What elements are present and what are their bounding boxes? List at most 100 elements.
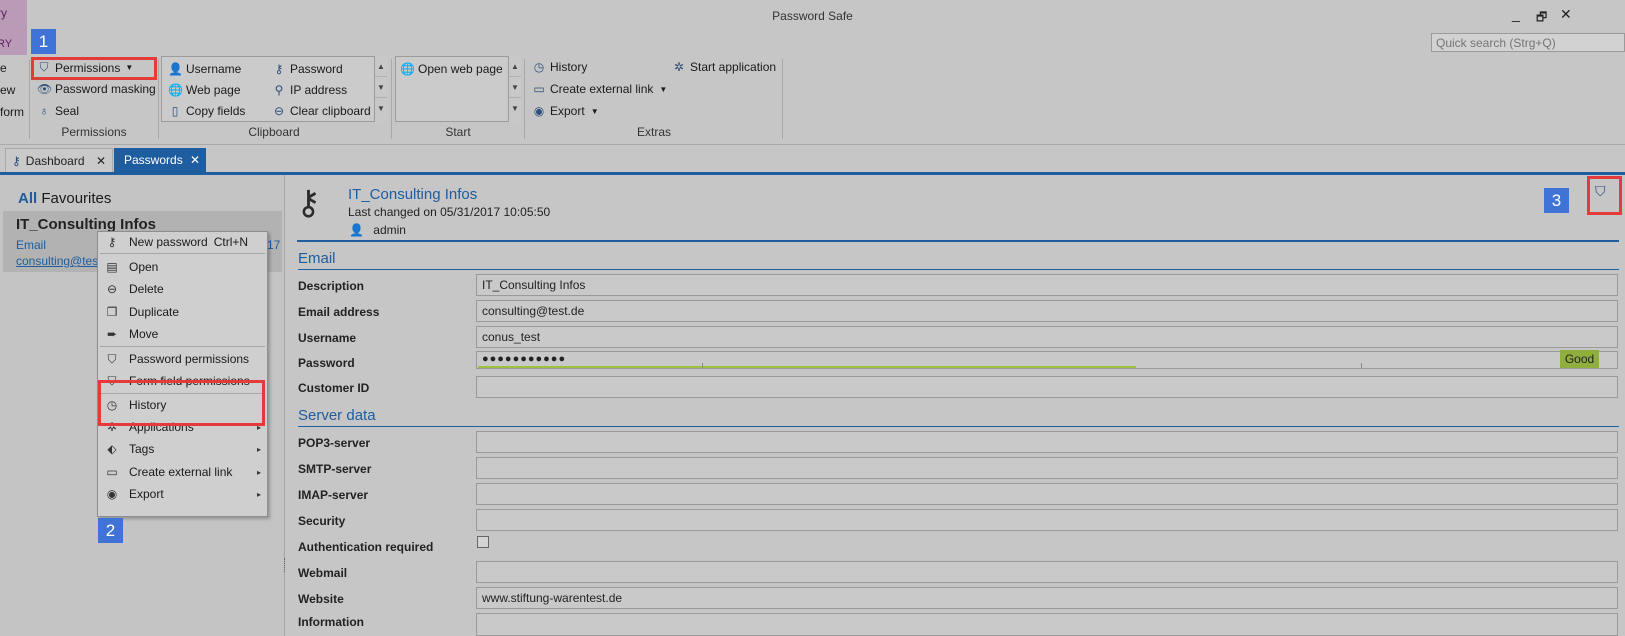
start-application-button[interactable]: ✲ Start application: [672, 60, 776, 74]
section-heading-email: Email: [298, 250, 336, 267]
ribbon-separator: [158, 59, 159, 139]
close-icon[interactable]: ✕: [96, 154, 106, 168]
menu-password-permissions-label: Password permissions: [129, 352, 250, 366]
minus-circle-icon: ⊖: [273, 104, 285, 118]
start-group-label: Start: [445, 125, 471, 139]
copy-password-label: Password: [290, 62, 343, 76]
username-field[interactable]: conus_test: [476, 326, 1618, 348]
email-address-field[interactable]: consulting@test.de: [476, 300, 1618, 322]
window-title: Password Safe: [772, 9, 853, 23]
ribbon-cut-item-3[interactable]: form: [0, 105, 24, 119]
menu-open-label: Open: [129, 260, 159, 274]
list-filter: All Favourites: [18, 190, 111, 207]
authentication-required-checkbox[interactable]: [477, 536, 489, 548]
history-label: History: [550, 60, 588, 74]
export-button[interactable]: ◉ Export ▼: [532, 104, 599, 118]
key-icon: ⚷: [296, 184, 321, 222]
description-field[interactable]: IT_Consulting Infos: [476, 274, 1618, 296]
new-password-icon: ⚷: [107, 235, 117, 249]
copy-ip-address-label: IP address: [290, 83, 348, 97]
move-icon: ➨: [106, 327, 118, 341]
monitor-icon: ▭: [533, 82, 545, 96]
step-badge-2: 2: [98, 518, 123, 543]
pop3-server-field[interactable]: [476, 431, 1618, 453]
quick-search-input[interactable]: [1431, 33, 1625, 52]
network-icon: ⚲: [274, 83, 284, 97]
menu-move-label: Move: [129, 327, 159, 341]
close-window-button[interactable]: ✕: [1560, 6, 1572, 23]
smtp-server-field[interactable]: [476, 457, 1618, 479]
copy-fields-button[interactable]: ▯ Copy fields: [168, 104, 246, 118]
copy-username-button[interactable]: 👤 Username: [168, 62, 241, 76]
copy-username-label: Username: [186, 62, 242, 76]
clear-clipboard-button[interactable]: ⊖ Clear clipboard: [272, 104, 371, 118]
delete-icon: ⊖: [106, 282, 118, 296]
copy-password-button[interactable]: ⚷ Password: [272, 62, 343, 76]
label-customer-id: Customer ID: [298, 381, 370, 395]
copy-ip-address-button[interactable]: ⚲ IP address: [272, 83, 348, 97]
close-icon[interactable]: ✕: [190, 153, 200, 167]
open-web-page-button[interactable]: 🌐 Open web page: [400, 62, 503, 76]
label-security: Security: [298, 514, 346, 528]
website-field[interactable]: www.stiftung-warentest.de: [476, 587, 1618, 609]
ribbon-separator: [782, 59, 783, 139]
information-field[interactable]: [476, 613, 1618, 636]
shield-icon: ⛉: [107, 351, 117, 366]
filter-favourites[interactable]: Favourites: [41, 190, 111, 207]
menu-open[interactable]: ▤ Open: [104, 257, 261, 277]
aperture-icon: ✲: [673, 60, 685, 74]
key-icon: ⚷: [274, 62, 284, 76]
open-icon: ▤: [106, 260, 118, 274]
menu-password-permissions[interactable]: ⛉ Password permissions: [104, 349, 261, 369]
password-strength-label: Good: [1560, 350, 1599, 368]
list-item-date: 17: [267, 238, 281, 252]
copy-web-page-button[interactable]: 🌐 Web page: [168, 83, 241, 97]
seal-button[interactable]: ♁ Seal: [37, 104, 80, 118]
copy-fields-label: Copy fields: [186, 104, 246, 118]
detail-title: IT_Consulting Infos: [348, 186, 478, 203]
password-strength-bar: [478, 366, 1136, 368]
label-password: Password: [298, 356, 355, 370]
seal-icon: ♁: [39, 104, 49, 118]
start-gallery-scroll[interactable]: ▲ ▼ ▼: [508, 56, 521, 122]
security-field[interactable]: [476, 509, 1618, 531]
document-tabs: ⚷ Dashboard ✕ Passwords ✕: [0, 148, 1625, 172]
menu-delete[interactable]: ⊖ Delete: [104, 279, 261, 299]
webmail-field[interactable]: [476, 561, 1618, 583]
customer-id-field[interactable]: [476, 376, 1618, 398]
menu-move[interactable]: ➨ Move: [104, 324, 261, 344]
menu-duplicate[interactable]: ❐ Duplicate: [104, 302, 261, 322]
ribbon-cut-item-2[interactable]: ew: [0, 83, 15, 97]
ribbon-separator: [524, 59, 525, 139]
tab-passwords[interactable]: Passwords ✕: [114, 148, 206, 172]
header-divider: [297, 240, 1619, 242]
globe-icon: 🌐: [400, 62, 415, 76]
create-external-link-button[interactable]: ▭ Create external link ▼: [532, 82, 667, 96]
app-tab-label-bottom: RY: [0, 38, 13, 50]
ribbon: e ew form ⛉ Permissions ▼ 👁 Password mas…: [0, 55, 1625, 145]
list-item-type: Email: [16, 238, 47, 252]
label-description: Description: [298, 279, 365, 293]
label-website: Website: [298, 592, 344, 606]
minimize-button[interactable]: _: [1512, 6, 1520, 22]
tab-dashboard[interactable]: ⚷ Dashboard ✕: [5, 148, 113, 172]
menu-tags[interactable]: ⬖ Tags ▸: [104, 439, 261, 459]
extras-group-label: Extras: [636, 125, 671, 139]
password-masking-button[interactable]: 👁 Password masking: [37, 82, 156, 96]
history-button[interactable]: ◷ History: [532, 60, 588, 74]
ribbon-cut-item-1[interactable]: e: [0, 61, 7, 75]
splitter-grip[interactable]: [284, 558, 285, 572]
menu-export[interactable]: ◉ Export ▸: [104, 484, 261, 504]
list-item-email[interactable]: consulting@test.de: [16, 254, 98, 268]
tab-dashboard-label: Dashboard: [25, 153, 85, 168]
clipboard-gallery-scroll[interactable]: ▲ ▼ ▼: [374, 56, 387, 122]
menu-duplicate-label: Duplicate: [129, 305, 180, 319]
imap-server-field[interactable]: [476, 483, 1618, 505]
export-icon: ◉: [533, 104, 545, 118]
key-icon: ⚷: [12, 153, 21, 168]
highlight-context-permissions: [98, 380, 265, 426]
filter-all[interactable]: All: [18, 190, 37, 207]
menu-create-external-link[interactable]: ▭ Create external link ▸: [104, 462, 261, 482]
restore-button[interactable]: 🗗: [1536, 8, 1547, 29]
eye-icon: 👁: [37, 82, 53, 96]
